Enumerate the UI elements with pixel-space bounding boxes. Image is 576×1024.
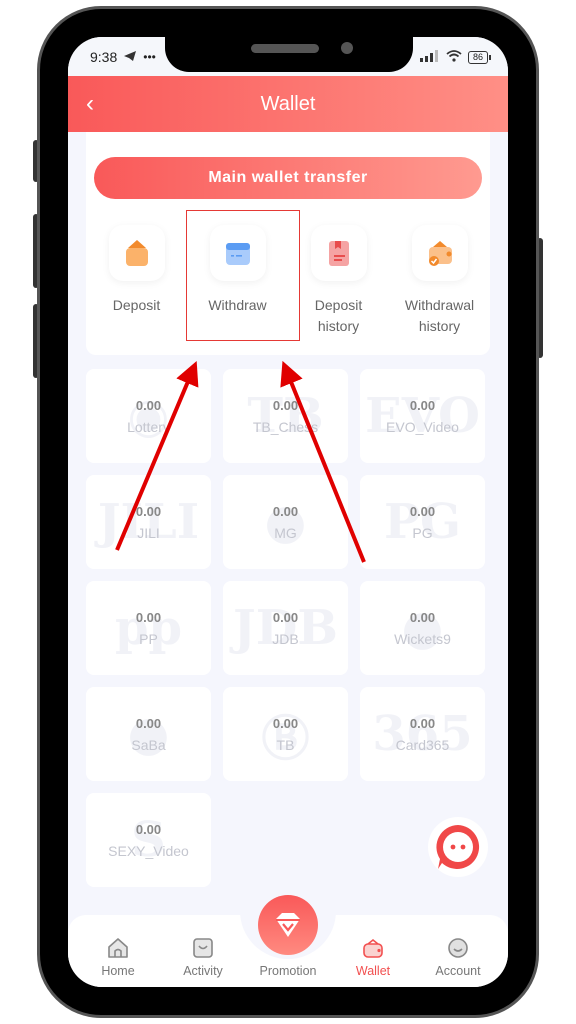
game-logo-watermark: 365: [372, 706, 473, 762]
game-name: MG: [274, 524, 297, 541]
withdrawal-history-icon: [411, 225, 468, 281]
tab-account[interactable]: Account: [416, 915, 500, 987]
game-logo-watermark: ●: [401, 600, 444, 656]
game-balance: 0.00: [409, 503, 436, 519]
game-wallet-card[interactable]: ● 0.00 MG: [223, 475, 348, 569]
game-wallet-card[interactable]: S 0.00 SEXY_Video: [86, 793, 211, 887]
game-logo-watermark: EVO: [365, 388, 480, 444]
game-balance: 0.00: [409, 715, 436, 731]
wallet-deposit-icon: [108, 225, 165, 281]
promotion-button[interactable]: [258, 895, 318, 955]
game-balance: 0.00: [135, 821, 162, 837]
game-name: PP: [139, 630, 158, 647]
deposit-button[interactable]: Deposit: [89, 225, 185, 337]
tab-activity[interactable]: Activity: [161, 915, 245, 987]
withdraw-label: Withdraw: [208, 297, 267, 313]
game-name: Wickets9: [394, 630, 451, 647]
account-icon: [448, 938, 468, 958]
game-balance: 0.00: [135, 609, 162, 625]
game-logo-watermark: pp: [114, 600, 183, 656]
tab-wallet[interactable]: Wallet: [331, 915, 415, 987]
activity-icon: [193, 938, 213, 958]
game-wallet-card[interactable]: JILI 0.00 JILI: [86, 475, 211, 569]
card-withdraw-icon: [209, 225, 266, 281]
game-balance: 0.00: [272, 397, 299, 413]
game-logo-watermark: Ⓑ: [261, 711, 310, 767]
game-name: TB_Chess: [252, 418, 319, 435]
game-wallet-card[interactable]: JDB 0.00 JDB: [223, 581, 348, 675]
withdrawal-history-button[interactable]: Withdrawal history: [392, 225, 488, 337]
signal-icon: [419, 49, 440, 65]
battery-icon: 86: [467, 50, 492, 64]
game-balance: 0.00: [135, 503, 162, 519]
game-balance: 0.00: [135, 715, 162, 731]
game-wallet-card[interactable]: ◉ 0.00 Lottery: [86, 369, 211, 463]
game-name: JDB: [272, 630, 299, 647]
withdraw-button[interactable]: Withdraw: [190, 225, 286, 337]
diamond-icon: [276, 913, 300, 937]
game-wallet-card[interactable]: TB 0.00 TB_Chess: [223, 369, 348, 463]
game-logo-watermark: S: [131, 812, 166, 868]
game-balance: 0.00: [272, 503, 299, 519]
game-wallet-card[interactable]: PG 0.00 PG: [360, 475, 485, 569]
tab-wallet-label: Wallet: [355, 964, 391, 978]
game-wallet-card[interactable]: Ⓑ 0.00 TB: [223, 687, 348, 781]
tab-activity-label: Activity: [183, 964, 223, 978]
game-logo-watermark: ●: [264, 494, 307, 550]
game-wallet-card[interactable]: ● 0.00 Wickets9: [360, 581, 485, 675]
game-balance: 0.00: [409, 609, 436, 625]
game-logo-watermark: JILI: [97, 494, 200, 550]
telegram-icon: [123, 49, 137, 65]
game-name: Card365: [395, 736, 450, 753]
game-name: SaBa: [131, 736, 166, 753]
phone-speaker: [251, 44, 319, 53]
page-title: Wallet: [260, 92, 316, 115]
game-logo-watermark: JDB: [233, 600, 338, 656]
game-name: PG: [412, 524, 433, 541]
game-balance: 0.00: [272, 715, 299, 731]
deposit-history-icon: [310, 225, 367, 281]
game-logo-watermark: PG: [383, 494, 462, 550]
phone-notch: [165, 30, 413, 72]
game-wallet-grid: ◉ 0.00 Lottery TB 0.00 TB_Chess EVO 0.00 EVO_Vid…: [86, 369, 490, 887]
game-wallet-card[interactable]: ● 0.00 SaBa: [86, 687, 211, 781]
wallet-card: Main wallet 3rd party wallet Main wallet…: [86, 117, 490, 355]
game-name: Lottery: [127, 418, 170, 435]
home-icon: [108, 938, 128, 958]
wifi-icon: [446, 49, 462, 65]
game-balance: 0.00: [409, 397, 436, 413]
game-name: JILI: [137, 524, 160, 541]
back-button[interactable]: ‹: [86, 90, 94, 118]
more-notifications-icon: •••: [143, 50, 156, 64]
game-name: TB: [276, 736, 295, 753]
app-header: ‹ Wallet: [68, 76, 508, 132]
game-logo-watermark: TB: [247, 388, 324, 444]
chat-icon: [436, 825, 480, 869]
status-time: 9:38: [90, 49, 118, 65]
tab-account-label: Account: [435, 964, 481, 978]
withdrawal-history-label: Withdrawal history: [404, 297, 475, 334]
game-wallet-card[interactable]: EVO 0.00 EVO_Video: [360, 369, 485, 463]
deposit-history-button[interactable]: Deposit history: [291, 225, 387, 337]
app-screen: 9:38 ••• 86 ‹ Wallet Main wallet 3rd par…: [68, 37, 508, 987]
tab-promotion-label: Promotion: [259, 964, 317, 978]
game-logo-watermark: ◉: [127, 388, 170, 444]
wallet-icon: [363, 938, 383, 958]
game-balance: 0.00: [272, 609, 299, 625]
phone-camera: [341, 42, 353, 54]
main-wallet-transfer-button[interactable]: Main wallet transfer: [94, 157, 482, 199]
game-logo-watermark: ●: [127, 706, 170, 762]
deposit-history-label: Deposit history: [314, 297, 363, 334]
game-wallet-card[interactable]: 365 0.00 Card365: [360, 687, 485, 781]
game-name: SEXY_Video: [108, 842, 189, 859]
deposit-label: Deposit: [112, 297, 161, 313]
tab-home-label: Home: [101, 964, 135, 978]
game-balance: 0.00: [135, 397, 162, 413]
game-name: EVO_Video: [386, 418, 459, 435]
game-wallet-card[interactable]: pp 0.00 PP: [86, 581, 211, 675]
tab-home[interactable]: Home: [76, 915, 160, 987]
customer-service-button[interactable]: [428, 817, 488, 877]
